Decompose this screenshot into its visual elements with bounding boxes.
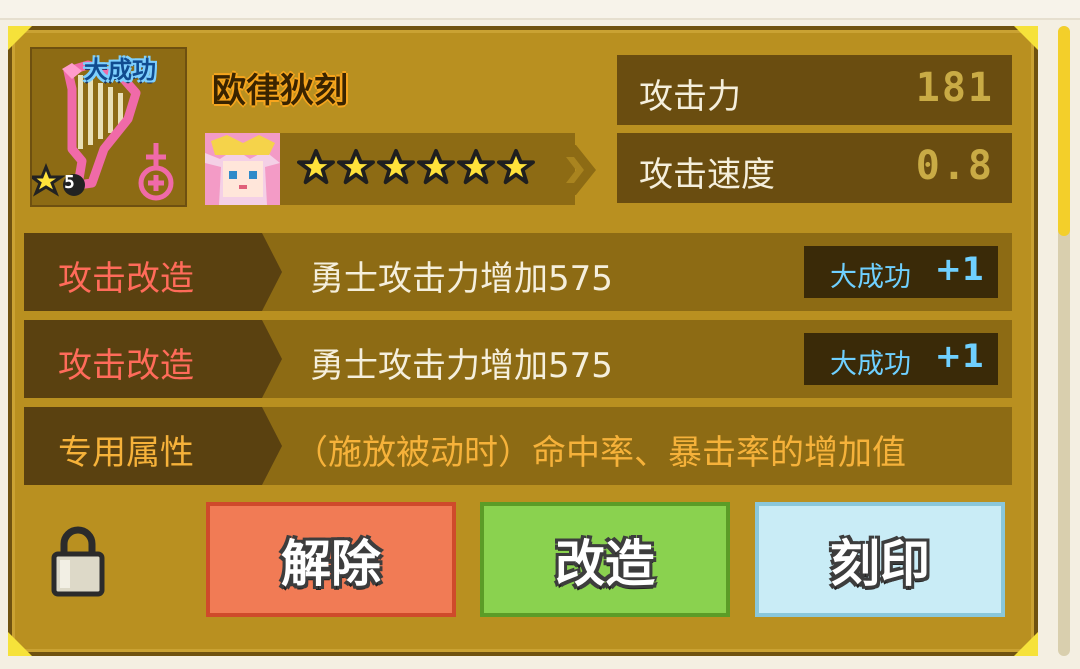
great-success-box: 大成功 +1: [804, 246, 998, 298]
strip-arrow-icon: [560, 145, 596, 195]
stat-label: 攻击力: [639, 77, 741, 117]
option-description: 勇士攻击力增加575: [310, 346, 613, 386]
weapon-level-label: 5: [64, 172, 75, 193]
great-success-box: 大成功 +1: [804, 333, 998, 385]
option-tag: 攻击改造: [58, 346, 194, 386]
great-success-bonus: +1: [934, 250, 984, 288]
reforge-button-label: 改造: [555, 534, 655, 593]
corner-decoration: [8, 632, 32, 656]
release-button[interactable]: 解除: [206, 502, 456, 617]
stat-value: 0.8: [915, 143, 994, 189]
great-success-badge: 大成功: [84, 56, 156, 84]
engrave-button-label: 刻印: [830, 534, 930, 593]
top-strip: [0, 0, 1080, 20]
tag-arrow-icon: [256, 320, 282, 398]
hero-portrait-icon: [205, 133, 280, 205]
scrollbar[interactable]: [1058, 26, 1070, 656]
tag-arrow-icon: [256, 233, 282, 311]
lock-icon[interactable]: [50, 526, 106, 598]
engrave-button[interactable]: 刻印: [755, 502, 1005, 617]
star-icon: [337, 148, 375, 185]
option-row[interactable]: 攻击改造 勇士攻击力增加575 大成功 +1: [24, 320, 1012, 398]
item-name: 欧律狄刻: [212, 71, 348, 111]
star-rating: [297, 148, 535, 186]
corner-decoration: [8, 26, 32, 50]
great-success-bonus: +1: [934, 337, 984, 375]
corner-decoration: [1014, 26, 1038, 50]
corner-decoration: [1014, 632, 1038, 656]
star-icon: [417, 148, 455, 185]
scrollbar-thumb[interactable]: [1058, 26, 1070, 236]
hero-avatar[interactable]: [205, 133, 280, 205]
tag-arrow-icon: [256, 407, 282, 485]
stat-value: 181: [915, 65, 994, 111]
option-tag: 攻击改造: [58, 259, 194, 299]
option-tag: 专用属性: [58, 433, 194, 473]
option-description: （施放被动时）命中率、暴击率的增加值: [294, 433, 906, 473]
stat-label: 攻击速度: [639, 155, 775, 195]
option-description: 勇士攻击力增加575: [310, 259, 613, 299]
star-icon: [457, 148, 495, 185]
option-row-exclusive[interactable]: 专用属性 （施放被动时）命中率、暴击率的增加值: [24, 407, 1012, 485]
release-button-label: 解除: [281, 534, 381, 593]
stat-attack: 攻击力 181: [617, 55, 1012, 125]
great-success-label: 大成功: [830, 349, 911, 380]
great-success-label: 大成功: [830, 262, 911, 293]
star-icon: [377, 148, 415, 185]
stat-attack-speed: 攻击速度 0.8: [617, 133, 1012, 203]
option-row[interactable]: 攻击改造 勇士攻击力增加575 大成功 +1: [24, 233, 1012, 311]
star-icon: [497, 148, 535, 185]
star-icon: [297, 148, 335, 185]
reforge-button[interactable]: 改造: [480, 502, 730, 617]
